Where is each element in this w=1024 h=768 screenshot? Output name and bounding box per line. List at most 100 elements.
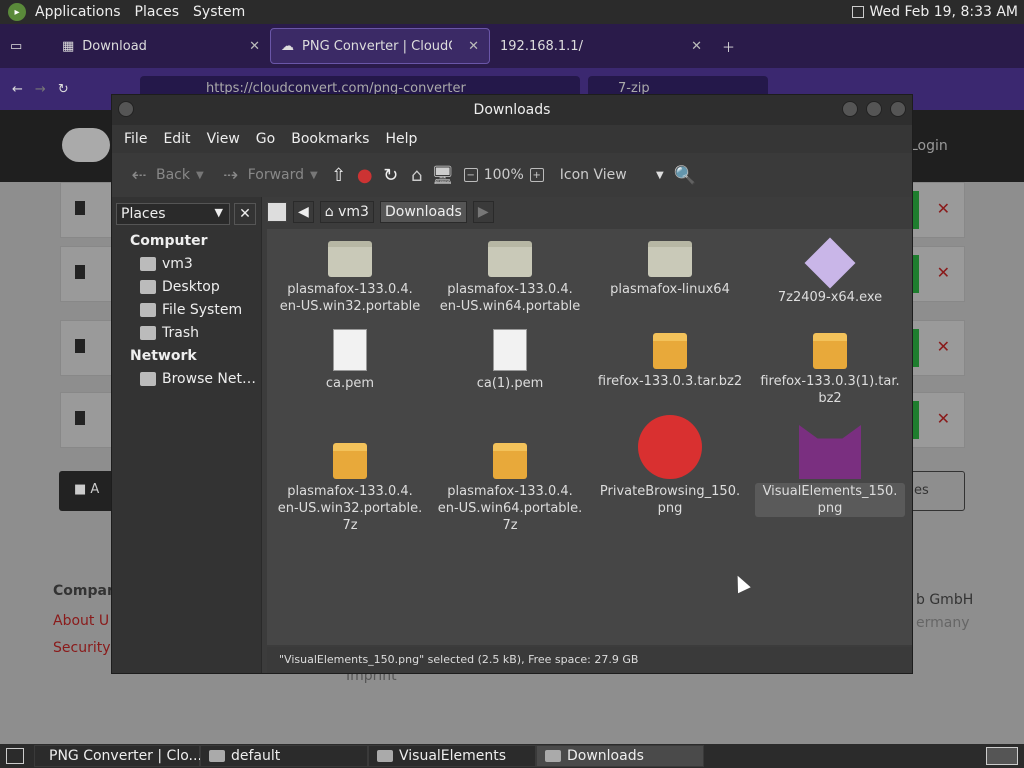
path-scroll-left-icon[interactable]: ◀ bbox=[293, 201, 314, 223]
add-files-button[interactable]: ■ A bbox=[59, 471, 117, 511]
forward-arrow-icon[interactable]: → bbox=[35, 82, 46, 97]
taskbar-item-visualelements[interactable]: VisualElements bbox=[368, 745, 536, 767]
archive-icon bbox=[493, 443, 527, 479]
file-item[interactable]: PrivateBrowsing_150. png bbox=[595, 415, 745, 517]
sidebar-item-desktop[interactable]: Desktop bbox=[140, 279, 220, 295]
archive-icon bbox=[653, 333, 687, 369]
path-scroll-right-icon[interactable]: ▶ bbox=[472, 201, 494, 223]
file-item[interactable]: plasmafox-linux64 bbox=[595, 241, 745, 298]
tab-router[interactable]: 192.168.1.1/ ✕ bbox=[490, 28, 712, 64]
cloudconvert-logo[interactable] bbox=[62, 128, 110, 162]
view-mode-select[interactable]: Icon View ▼ bbox=[554, 167, 670, 183]
file-item[interactable]: plasmafox-133.0.4. en-US.win32.portable bbox=[275, 241, 425, 315]
search-icon[interactable]: 🔍 bbox=[674, 164, 696, 186]
network-icon bbox=[140, 372, 156, 386]
cloud-icon: ☁ bbox=[281, 38, 294, 54]
sidebar-item-vm3[interactable]: vm3 bbox=[140, 256, 193, 272]
zoom-out-icon[interactable]: − bbox=[463, 168, 478, 182]
zoom-in-icon[interactable]: + bbox=[529, 168, 544, 182]
menu-help[interactable]: Help bbox=[377, 131, 425, 147]
file-item-selected[interactable]: VisualElements_150. png bbox=[755, 425, 905, 517]
remove-icon[interactable]: ✕ bbox=[937, 337, 950, 356]
reload-icon[interactable]: ↻ bbox=[380, 164, 402, 186]
clock[interactable]: Wed Feb 19, 8:33 AM bbox=[870, 4, 1018, 20]
file-item[interactable]: plasmafox-133.0.4. en-US.win64.portable.… bbox=[435, 443, 585, 534]
close-tab-icon[interactable]: ✕ bbox=[468, 39, 479, 54]
tab-overview-icon[interactable]: ▭ bbox=[0, 28, 52, 64]
home-icon: ⌂ bbox=[324, 204, 339, 220]
sidebar-item-browse-network[interactable]: Browse Net… bbox=[140, 371, 256, 387]
remove-icon[interactable]: ✕ bbox=[937, 409, 950, 428]
back-button[interactable]: ⇠ Back ▼ bbox=[122, 164, 210, 186]
file-item[interactable]: 7z2409-x64.exe bbox=[755, 237, 905, 306]
chevron-down-icon: ▼ bbox=[214, 206, 223, 219]
file-item[interactable]: plasmafox-133.0.4. en-US.win32.portable.… bbox=[275, 443, 425, 534]
folder-icon bbox=[377, 750, 393, 762]
menu-applications[interactable]: Applications bbox=[28, 0, 128, 24]
path-button-downloads[interactable]: Downloads bbox=[379, 201, 467, 223]
back-arrow-icon[interactable]: ← bbox=[12, 82, 23, 97]
remove-icon[interactable]: ✕ bbox=[937, 199, 950, 218]
menu-edit[interactable]: Edit bbox=[155, 131, 198, 147]
login-link[interactable]: Login bbox=[910, 138, 948, 154]
menu-go[interactable]: Go bbox=[248, 131, 283, 147]
forward-history-dropdown-icon[interactable]: ▼ bbox=[310, 170, 318, 181]
status-bar: "VisualElements_150.png" selected (2.5 k… bbox=[267, 647, 912, 673]
window-menu-icon[interactable] bbox=[118, 101, 134, 117]
file-item[interactable]: firefox-133.0.3(1).tar. bz2 bbox=[755, 333, 905, 407]
home-icon[interactable]: ⌂ bbox=[406, 164, 428, 186]
file-icon bbox=[75, 411, 85, 425]
close-button[interactable] bbox=[890, 101, 906, 117]
about-link[interactable]: About U bbox=[53, 613, 109, 629]
reload-icon[interactable]: ↻ bbox=[58, 82, 69, 97]
menu-view[interactable]: View bbox=[199, 131, 248, 147]
forward-button[interactable]: ⇢ Forward ▼ bbox=[214, 164, 324, 186]
back-history-dropdown-icon[interactable]: ▼ bbox=[196, 170, 204, 181]
convert-button-partial[interactable]: es bbox=[905, 471, 965, 511]
file-item[interactable]: firefox-133.0.3.tar.bz2 bbox=[595, 333, 745, 390]
tab-png-converter[interactable]: ☁ PNG Converter | CloudConv ✕ bbox=[270, 28, 490, 64]
downloads-window: Downloads File Edit View Go Bookmarks He… bbox=[111, 94, 913, 674]
sidebar-item-trash[interactable]: Trash bbox=[140, 325, 199, 341]
sidebar: Places ▼ ✕ Computer vm3 Desktop File Sys… bbox=[112, 197, 262, 673]
tab-favicon-icon: ▦ bbox=[62, 38, 75, 54]
sidebar-item-filesystem[interactable]: File System bbox=[140, 302, 242, 318]
file-view[interactable]: plasmafox-133.0.4. en-US.win32.portable … bbox=[267, 229, 912, 645]
close-tab-icon[interactable]: ✕ bbox=[691, 39, 702, 54]
menu-file[interactable]: File bbox=[116, 131, 155, 147]
distro-logo-icon[interactable]: ▸ bbox=[8, 3, 26, 21]
taskbar-item-default[interactable]: default bbox=[200, 745, 368, 767]
menu-system[interactable]: System bbox=[186, 0, 252, 24]
back-arrow-icon: ⇠ bbox=[131, 164, 147, 186]
tab-download[interactable]: ▦ Download ✕ bbox=[52, 28, 270, 64]
workspace-switcher[interactable] bbox=[986, 747, 1018, 765]
remove-icon[interactable]: ✕ bbox=[937, 263, 950, 282]
zoom-level: 100% bbox=[483, 167, 524, 183]
stop-icon[interactable]: ● bbox=[354, 164, 376, 186]
view-mode-dropdown-icon: ▼ bbox=[656, 169, 664, 181]
close-tab-icon[interactable]: ✕ bbox=[249, 39, 260, 54]
toolbar: ⇠ Back ▼ ⇢ Forward ▼ ⇧ ● ↻ ⌂ 🖥 − 100% + … bbox=[112, 153, 912, 197]
path-button-vm3[interactable]: ⌂ vm3 bbox=[319, 201, 374, 223]
computer-icon[interactable]: 🖥 bbox=[431, 164, 454, 186]
file-item[interactable]: ca(1).pem bbox=[435, 329, 585, 392]
installer-icon bbox=[804, 237, 856, 289]
security-link[interactable]: Security bbox=[53, 640, 111, 656]
network-icon[interactable] bbox=[851, 6, 864, 18]
new-tab-button[interactable]: ＋ bbox=[712, 28, 745, 64]
minimize-button[interactable] bbox=[842, 101, 858, 117]
tab-label: Download bbox=[82, 38, 147, 54]
taskbar-item-firefox[interactable]: PNG Converter | Clo... bbox=[34, 745, 202, 767]
window-titlebar[interactable]: Downloads bbox=[112, 95, 912, 125]
maximize-button[interactable] bbox=[866, 101, 882, 117]
menu-places[interactable]: Places bbox=[128, 0, 187, 24]
edit-location-icon[interactable] bbox=[267, 202, 287, 222]
close-sidebar-button[interactable]: ✕ bbox=[234, 203, 256, 225]
file-item[interactable]: plasmafox-133.0.4. en-US.win64.portable bbox=[435, 241, 585, 315]
file-item[interactable]: ca.pem bbox=[275, 329, 425, 392]
up-icon[interactable]: ⇧ bbox=[328, 164, 350, 186]
menu-bookmarks[interactable]: Bookmarks bbox=[283, 131, 377, 147]
places-selector[interactable]: Places ▼ bbox=[116, 203, 230, 225]
taskbar-item-downloads[interactable]: Downloads bbox=[536, 745, 704, 767]
show-desktop-icon[interactable] bbox=[6, 748, 24, 764]
